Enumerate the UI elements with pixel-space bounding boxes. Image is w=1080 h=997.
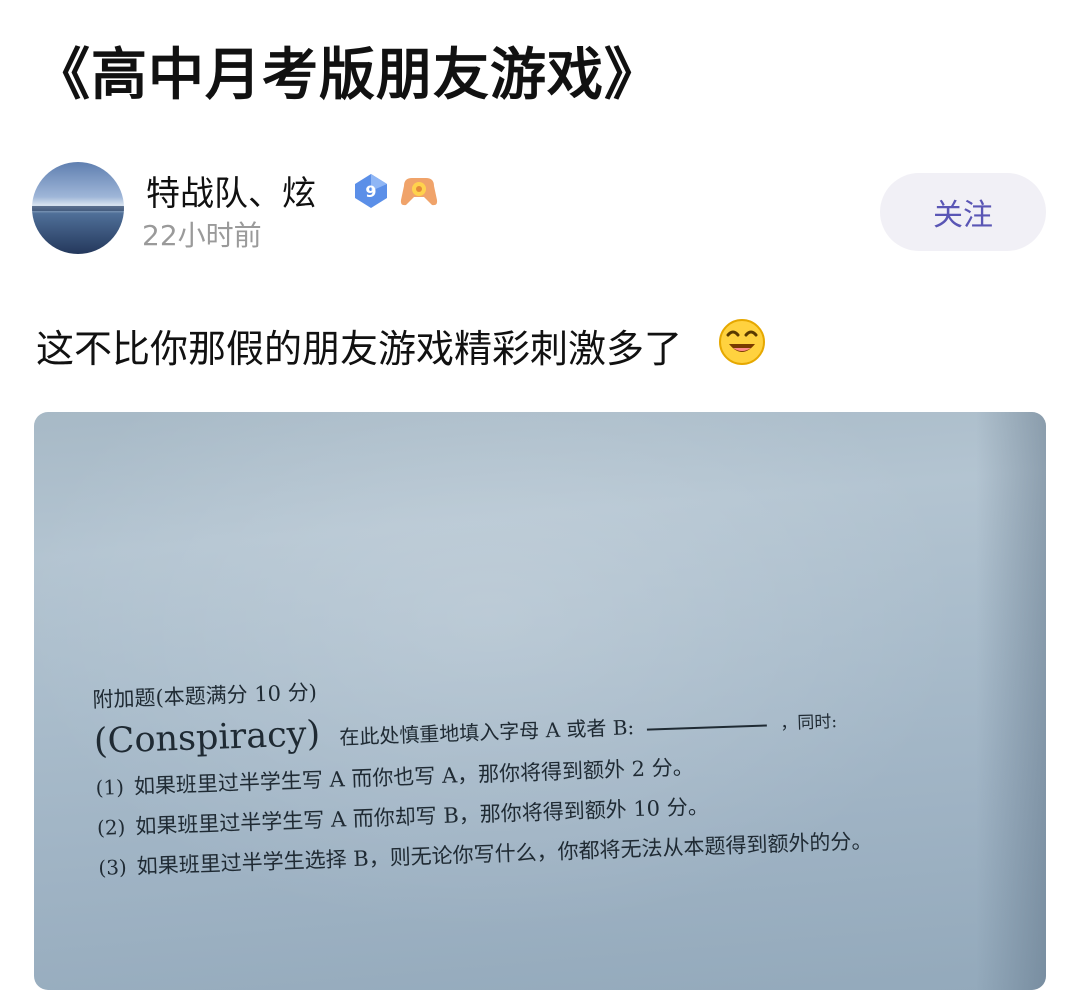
exam-rule-index: (1) bbox=[95, 774, 125, 800]
laughing-emoji-icon bbox=[718, 318, 766, 366]
answer-blank bbox=[647, 723, 768, 731]
exam-simultaneous: ，同时: bbox=[779, 712, 838, 734]
exam-rule-text: 如果班里过半学生写 A 而你却写 B，那你将得到额外 10 分。 bbox=[134, 794, 710, 839]
avatar[interactable] bbox=[32, 162, 124, 254]
post-time: 22小时前 bbox=[142, 219, 262, 252]
post-text: 这不比你那假的朋友游戏精彩刺激多了 bbox=[36, 327, 683, 371]
follow-button[interactable]: 关注 bbox=[880, 173, 1046, 251]
post-photo[interactable]: 附加题(本题满分 10 分) (Conspiracy) 在此处慎重地填入字母 A… bbox=[34, 412, 1046, 990]
exam-question-prompt: 在此处慎重地填入字母 A 或者 B: bbox=[338, 715, 635, 750]
exam-rule-index: (3) bbox=[98, 854, 128, 880]
exam-paper: 附加题(本题满分 10 分) (Conspiracy) 在此处慎重地填入字母 A… bbox=[92, 653, 998, 882]
game-badge-icon bbox=[398, 172, 440, 210]
exam-rule-text: 如果班里过半学生写 A 而你也写 A，那你将得到额外 2 分。 bbox=[133, 755, 695, 799]
level-badge-icon: 9 bbox=[352, 172, 390, 210]
exam-rule-index: (2) bbox=[96, 814, 126, 840]
level-number: 9 bbox=[365, 182, 376, 201]
post-title: 《高中月考版朋友游戏》 bbox=[34, 43, 661, 108]
avatar-landscape bbox=[32, 206, 124, 211]
author-name[interactable]: 特战队、炫 bbox=[146, 166, 316, 215]
exam-question-word: (Conspiracy) bbox=[93, 714, 321, 762]
